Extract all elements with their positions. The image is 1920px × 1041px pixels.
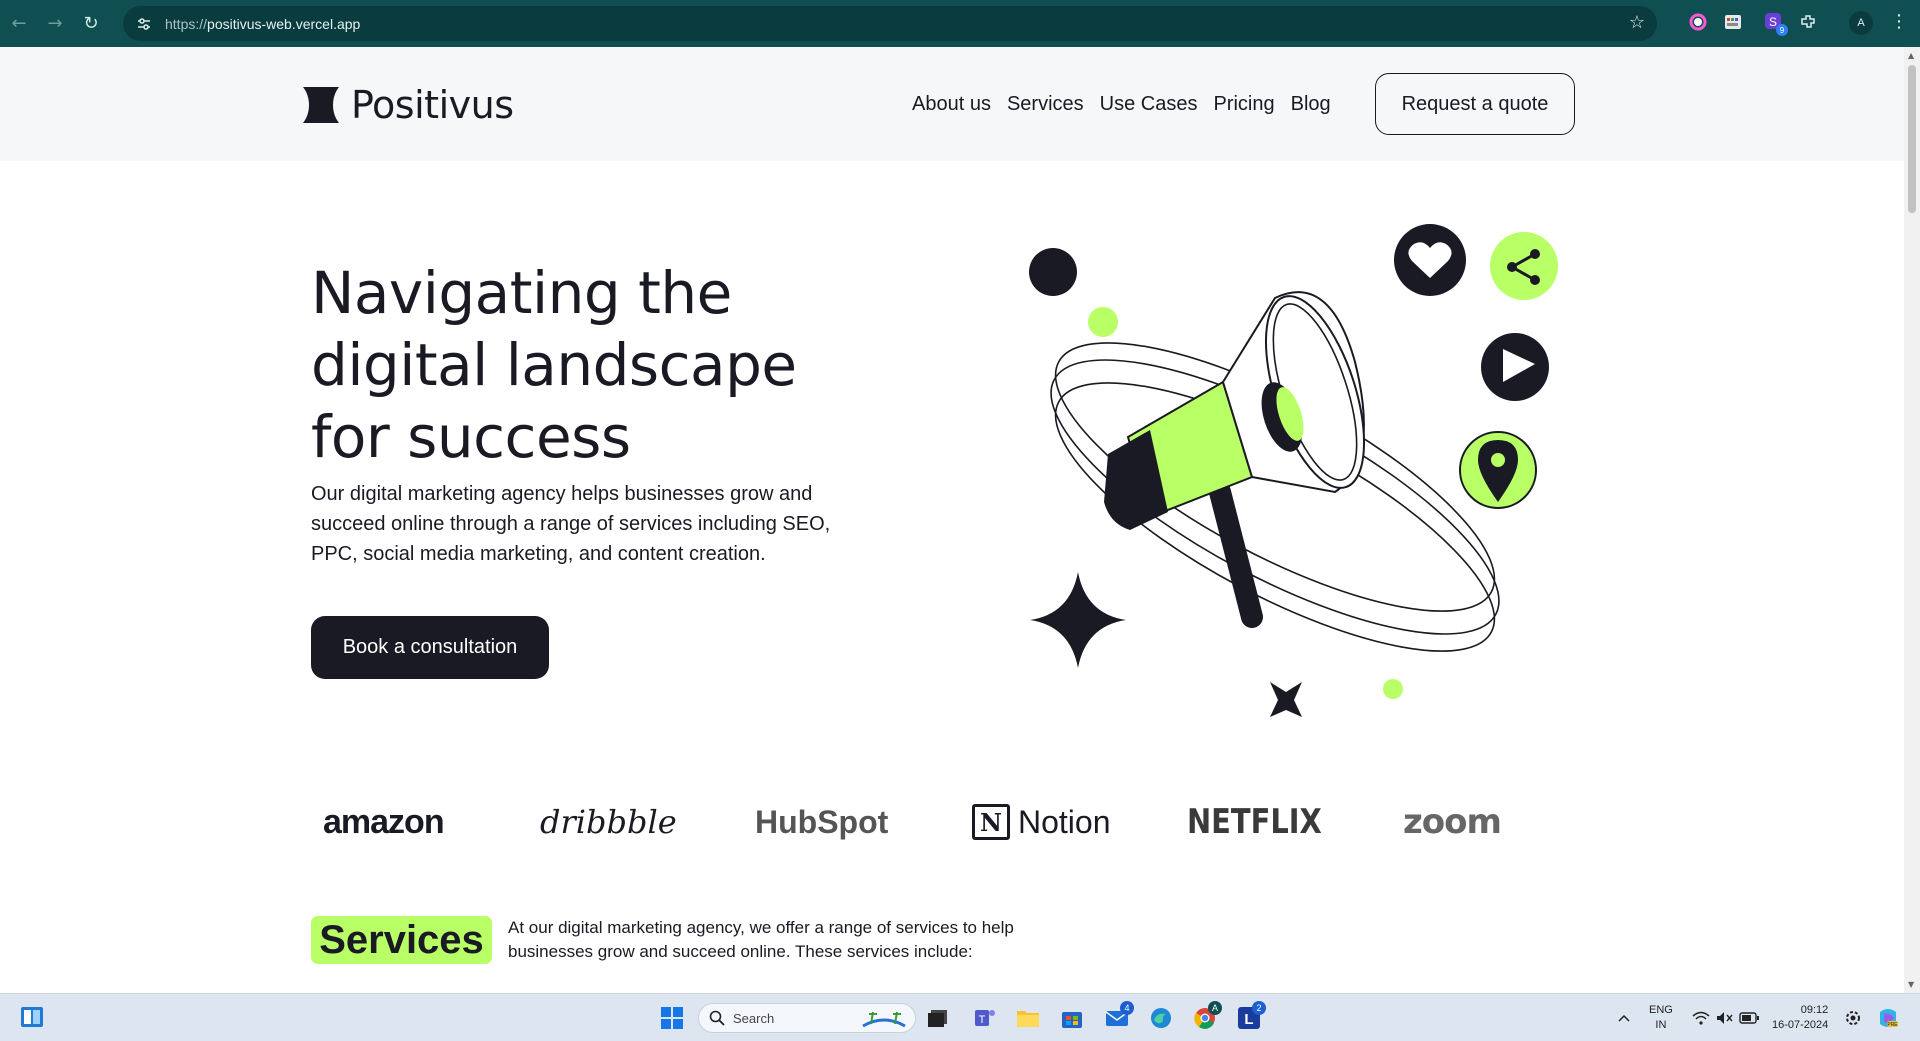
chrome-icon[interactable]: A — [1190, 1001, 1222, 1033]
url-text[interactable]: https://positivus-web.vercel.app — [165, 16, 360, 32]
profile-initial: A — [1857, 17, 1865, 29]
svg-text:PRE: PRE — [1887, 1022, 1898, 1028]
url-host: positivus-web.vercel.app — [207, 15, 361, 32]
services-heading: Services — [311, 916, 492, 964]
nav-services[interactable]: Services — [1007, 93, 1084, 116]
megaphone-illustration — [1029, 224, 1558, 717]
l-app-badge: 2 — [1252, 1001, 1266, 1015]
scroll-down-icon[interactable]: ▼ — [1908, 980, 1914, 989]
task-view-icon[interactable] — [923, 1003, 953, 1033]
notion-logo: N Notion — [972, 792, 1111, 852]
extension-badge: 9 — [1776, 24, 1788, 36]
mail-badge: 4 — [1120, 1001, 1134, 1015]
clock-time: 09:12 — [1800, 1004, 1829, 1016]
share-icon — [1490, 232, 1558, 300]
clock-date: 16-07-2024 — [1772, 1019, 1829, 1031]
search-placeholder: Search — [733, 1010, 775, 1026]
search-highlight-icon — [861, 1008, 907, 1034]
language-indicator[interactable]: ENG IN — [1649, 1003, 1673, 1033]
notion-logo-text: Notion — [1018, 803, 1111, 840]
mail-icon[interactable]: 4 — [1102, 1001, 1134, 1033]
heart-icon — [1394, 224, 1466, 296]
positivus-star-icon — [303, 87, 339, 123]
edge-browser-icon[interactable] — [1146, 1003, 1176, 1033]
notification-settings-icon[interactable] — [1838, 1003, 1868, 1033]
nav-blog[interactable]: Blog — [1291, 93, 1331, 116]
netflix-logo-text: NETFLIX — [1187, 802, 1322, 842]
search-icon — [709, 1010, 725, 1030]
nav-pricing[interactable]: Pricing — [1213, 93, 1274, 116]
hubspot-logo-text: HubSpot — [755, 803, 889, 840]
profile-avatar[interactable]: A — [1849, 11, 1873, 35]
battery-icon[interactable] — [1734, 1003, 1764, 1033]
client-logos: amazon dribbble HubSpot N Notion NETFLIX… — [300, 792, 1580, 852]
hero-title: Navigating the digital landscape for suc… — [311, 259, 797, 471]
nav-use-cases[interactable]: Use Cases — [1100, 93, 1198, 116]
extensions-puzzle-icon[interactable] — [1796, 10, 1820, 34]
dribbble-logo-text: dribbble — [540, 803, 677, 841]
svg-text:T: T — [979, 1014, 986, 1026]
brand-logo[interactable]: Positivus — [303, 83, 514, 127]
chrome-profile-badge: A — [1208, 1001, 1222, 1015]
amazon-logo-text: amazon — [323, 802, 445, 841]
widgets-icon[interactable] — [20, 1006, 44, 1028]
sparkle-star-icon — [1030, 572, 1126, 668]
main-nav: About us Services Use Cases Pricing Blog — [912, 93, 1331, 116]
web-page: Positivus About us Services Use Cases Pr… — [0, 47, 1904, 993]
amazon-logo: amazon — [323, 792, 445, 852]
zoom-logo-text: zoom — [1403, 802, 1502, 842]
megaphone-handle — [1209, 481, 1263, 628]
copilot-icon[interactable]: PRE — [1873, 1003, 1903, 1033]
svg-text:L: L — [1244, 1011, 1253, 1028]
hubspot-logo: HubSpot — [755, 792, 888, 852]
browser-menu-icon[interactable]: ⋮ — [1890, 11, 1908, 32]
browser-toolbar: ← → ↻ https://positivus-web.vercel.app ☆… — [0, 0, 1920, 47]
reload-icon[interactable]: ↻ — [74, 7, 108, 41]
netflix-logo: NETFLIX — [1187, 792, 1322, 852]
zoom-logo: zoom — [1403, 792, 1502, 852]
taskbar-search[interactable]: Search — [698, 1003, 916, 1033]
black-dot — [1029, 248, 1077, 296]
system-clock[interactable]: 09:12 16-07-2024 — [1772, 1003, 1828, 1033]
bookmark-star-icon[interactable]: ☆ — [1629, 12, 1645, 33]
extension-color-icon[interactable] — [1686, 10, 1710, 34]
taskbar: Search T 4 A L 2 ENG IN 09:12 16-07-2024… — [0, 993, 1920, 1041]
microsoft-store-icon[interactable] — [1057, 1003, 1087, 1033]
nav-about-us[interactable]: About us — [912, 93, 991, 116]
teams-icon[interactable]: T — [970, 1003, 1000, 1033]
language-region: IN — [1655, 1019, 1667, 1031]
green-dot — [1088, 307, 1118, 337]
extension-s-icon[interactable]: S 9 — [1762, 10, 1788, 36]
notion-n-icon: N — [972, 804, 1010, 840]
forward-icon[interactable]: → — [38, 7, 72, 41]
request-quote-button[interactable]: Request a quote — [1375, 73, 1575, 135]
tray-chevron-up-icon[interactable] — [1609, 1003, 1639, 1033]
page-scrollbar[interactable]: ▲ ▼ — [1904, 47, 1920, 993]
location-pin-icon — [1459, 431, 1537, 509]
small-star-icon — [1270, 682, 1302, 717]
url-scheme: https:// — [165, 15, 208, 32]
file-explorer-icon[interactable] — [1013, 1003, 1043, 1033]
extension-palette-icon[interactable] — [1721, 10, 1745, 34]
hero-description: Our digital marketing agency helps busin… — [311, 483, 831, 565]
scrollbar-thumb[interactable] — [1908, 65, 1916, 213]
dribbble-logo: dribbble — [540, 792, 677, 852]
start-windows-icon[interactable] — [657, 1003, 687, 1033]
l-app-icon[interactable]: L 2 — [1234, 1001, 1266, 1033]
address-bar[interactable]: https://positivus-web.vercel.app ☆ — [123, 6, 1657, 41]
services-description: At our digital marketing agency, we offe… — [508, 918, 1014, 961]
back-icon[interactable]: ← — [2, 7, 36, 41]
book-consultation-button[interactable]: Book a consultation — [311, 616, 549, 679]
site-header: Positivus About us Services Use Cases Pr… — [0, 47, 1904, 161]
green-dot — [1383, 679, 1403, 699]
language-code: ENG — [1649, 1004, 1673, 1016]
site-settings-icon[interactable] — [133, 13, 155, 35]
play-icon — [1481, 333, 1549, 401]
brand-name: Positivus — [351, 83, 514, 127]
scroll-up-icon[interactable]: ▲ — [1908, 51, 1914, 60]
